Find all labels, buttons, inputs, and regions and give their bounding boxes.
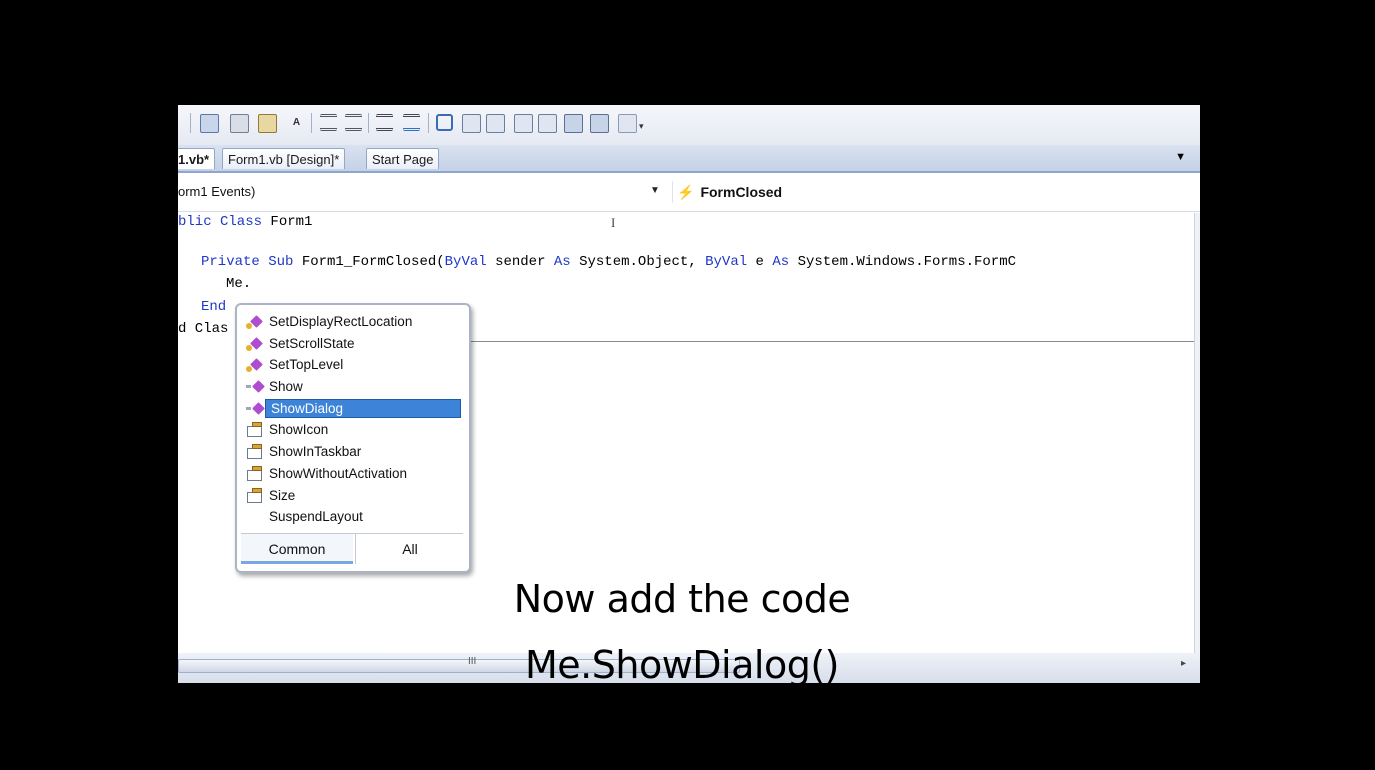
keyword: blic Class — [178, 214, 263, 230]
code-text: Form1_FormClosed( — [293, 254, 445, 270]
completion-item-label: ShowWithoutActivation — [269, 465, 408, 481]
keyword: End — [201, 299, 227, 315]
keyword: ByVal — [705, 254, 748, 270]
keyword: ByVal — [444, 254, 487, 270]
completion-item[interactable]: Size — [243, 485, 463, 507]
completion-item-label: SetDisplayRectLocation — [269, 314, 413, 329]
completion-item[interactable]: SetScrollState — [243, 333, 463, 355]
public-method-icon — [246, 379, 264, 395]
caption-line-1: Now add the code — [513, 577, 851, 621]
find-icon[interactable] — [590, 114, 609, 133]
caption-line-2: Me.ShowDialog() — [525, 643, 839, 687]
toolbar-separator — [311, 113, 312, 133]
navigation-bar: orm1 Events) ▼ ⚡ FormClosed — [178, 173, 1200, 212]
method-icon — [246, 357, 264, 373]
tab-all[interactable]: All — [355, 534, 464, 564]
view-icon[interactable] — [200, 114, 219, 133]
method-icon — [246, 314, 264, 330]
toolbar-separator — [190, 113, 191, 133]
code-line: blic Class Form1 — [178, 213, 312, 231]
code-line: End — [201, 298, 226, 316]
class-name-combo[interactable]: orm1 Events) — [178, 181, 668, 203]
completion-tabs: Common All — [241, 533, 463, 566]
find-more-icon[interactable] — [618, 114, 637, 133]
property-icon — [246, 487, 264, 504]
bookmark-prev-icon[interactable] — [486, 114, 505, 133]
method-name-value: FormClosed — [700, 184, 783, 200]
method-icon — [246, 336, 264, 352]
code-text: Form1 — [262, 214, 313, 230]
toolbar: A ▾ — [178, 105, 1200, 145]
property-icon — [246, 444, 264, 460]
completion-item-label: SetTopLevel — [269, 357, 344, 373]
tab-designer[interactable]: Form1.vb [Design]* — [222, 148, 346, 169]
code-text: System.Object, — [570, 254, 706, 270]
box-icon[interactable] — [436, 114, 453, 131]
code-line: Private Sub Form1_FormClosed(ByVal sende… — [201, 253, 1016, 271]
uncomment-icon[interactable] — [403, 114, 420, 131]
class-name-value: orm1 Events) — [178, 184, 256, 199]
property-icon — [246, 465, 264, 482]
completion-item-label: SuspendLayout — [269, 509, 363, 525]
completion-item[interactable]: SetTopLevel — [243, 354, 463, 376]
bookmark-next-icon[interactable] — [514, 114, 533, 133]
completion-item-label: ShowInTaskbar — [269, 444, 362, 460]
keyword: Private Sub — [201, 254, 294, 270]
comment-icon[interactable] — [376, 114, 393, 131]
completion-item-label: Show — [269, 379, 303, 395]
tab-dropdown-icon[interactable]: ▼ — [1175, 151, 1186, 163]
completion-item-label: ShowDialog — [271, 400, 344, 416]
public-method-icon — [246, 401, 264, 417]
method-separator-line — [468, 341, 1194, 342]
intellisense-popup: SetDisplayRectLocation SetScrollState SetT… — [235, 303, 471, 573]
completion-item[interactable]: ShowWithoutActivation — [243, 463, 463, 485]
completion-list: SetDisplayRectLocation SetScrollState SetT… — [243, 311, 463, 528]
code-text: System.Windows.Forms.FormC — [789, 254, 1017, 270]
paste-icon[interactable] — [258, 114, 277, 133]
bookmark-folder-icon[interactable] — [538, 114, 557, 133]
property-icon — [246, 422, 264, 438]
font-size-icon[interactable]: A — [288, 114, 305, 131]
code-line: Me. — [226, 276, 252, 292]
outdent-icon[interactable] — [320, 114, 337, 131]
indent-icon[interactable] — [345, 114, 362, 131]
code-line: d Clas — [178, 321, 229, 337]
completion-item-label: SetScrollState — [269, 335, 355, 351]
copy-icon[interactable] — [230, 114, 249, 133]
tab-code[interactable]: 1.vb* — [178, 148, 216, 169]
more-icon[interactable]: ▾ — [639, 121, 644, 132]
toolbar-separator — [368, 113, 369, 133]
completion-item[interactable]: Show — [243, 376, 463, 398]
completion-item[interactable]: ShowIcon — [243, 419, 463, 441]
method-name-combo[interactable]: ⚡ FormClosed — [672, 181, 1193, 203]
completion-item-label: Size — [269, 487, 296, 503]
completion-item[interactable]: ShowDialog — [243, 398, 463, 420]
keyword: As — [553, 254, 571, 270]
completion-item[interactable]: SuspendLayout — [243, 506, 463, 528]
completion-item[interactable]: SetDisplayRectLocation — [243, 311, 463, 333]
toolbar-separator — [428, 113, 429, 133]
code-text: sender — [486, 254, 554, 270]
document-tab-strip: 1.vb* Form1.vb [Design]* Start Page ▼ — [178, 145, 1200, 173]
completion-item-label: ShowIcon — [269, 422, 329, 438]
code-text: e — [747, 254, 773, 270]
keyword: As — [772, 254, 790, 270]
bookmark-icon[interactable] — [462, 114, 481, 133]
bookmark-clear-icon[interactable] — [564, 114, 583, 133]
tab-common[interactable]: Common — [241, 534, 353, 564]
event-lightning-icon: ⚡ — [677, 184, 695, 200]
completion-item[interactable]: ShowInTaskbar — [243, 441, 463, 463]
ibeam-cursor-icon: I — [611, 215, 616, 230]
chevron-down-icon[interactable]: ▼ — [650, 185, 660, 196]
tab-start-page[interactable]: Start Page — [366, 148, 440, 169]
